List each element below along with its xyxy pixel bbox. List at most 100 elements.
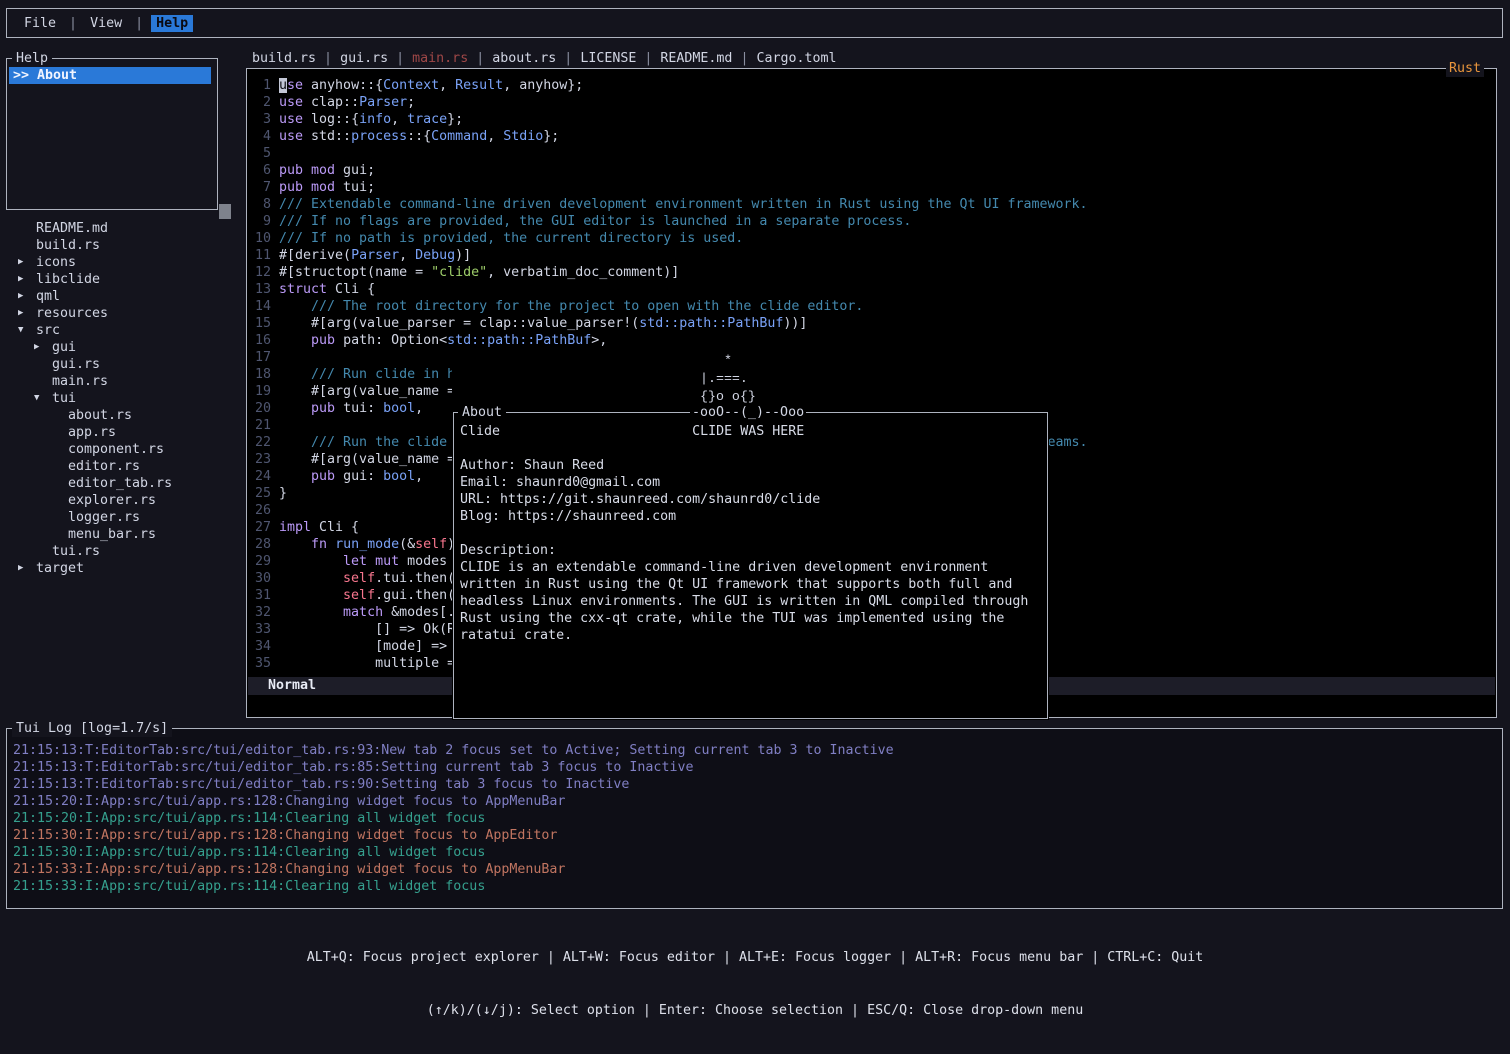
tree-item-component.rs[interactable]: component.rs — [6, 441, 238, 458]
tree-item-README.md[interactable]: README.md — [6, 220, 238, 237]
language-badge: Rust — [1446, 60, 1484, 77]
log-line: 21:15:30:I:App:src/tui/app.rs:128:Changi… — [13, 827, 1498, 844]
menu-separator: | — [127, 16, 151, 31]
log-panel-title: Tui Log [log=1.7/s] — [12, 720, 172, 737]
code-line-10: 10/// If no path is provided, the curren… — [255, 230, 1494, 247]
tree-item-explorer.rs[interactable]: explorer.rs — [6, 492, 238, 509]
line-number: 13 — [255, 281, 271, 298]
tree-item-label: README.md — [36, 220, 108, 237]
code-line-7: 7pub mod tui; — [255, 179, 1494, 196]
tree-item-icons[interactable]: ▶icons — [6, 254, 238, 271]
tree-item-about.rs[interactable]: about.rs — [6, 407, 238, 424]
tab-main.rs[interactable]: main.rs — [412, 51, 468, 66]
tree-item-label: icons — [36, 254, 76, 271]
about-popup: * |.===. {}o o{} About -ooO--(_)--Ooo Cl… — [452, 351, 1049, 720]
line-number: 4 — [255, 128, 271, 145]
tree-item-label: libclide — [36, 271, 100, 288]
line-number: 3 — [255, 111, 271, 128]
tree-item-app.rs[interactable]: app.rs — [6, 424, 238, 441]
line-number: 9 — [255, 213, 271, 230]
log-line: 21:15:33:I:App:src/tui/app.rs:128:Changi… — [13, 861, 1498, 878]
menu-separator: | — [61, 16, 85, 31]
tree-item-editor.rs[interactable]: editor.rs — [6, 458, 238, 475]
line-number: 7 — [255, 179, 271, 196]
line-number: 26 — [255, 502, 271, 519]
tab-readme.md[interactable]: README.md — [660, 51, 732, 66]
tree-item-gui.rs[interactable]: gui.rs — [6, 356, 238, 373]
tab-separator: | — [732, 51, 756, 66]
tree-item-logger.rs[interactable]: logger.rs — [6, 509, 238, 526]
about-dialog-body: Clide CLIDE WAS HERE Author: Shaun Reed … — [460, 423, 1028, 644]
log-line: 21:15:30:I:App:src/tui/app.rs:114:Cleari… — [13, 844, 1498, 861]
chevron-collapsed-icon: ▶ — [18, 254, 36, 271]
tree-item-tui.rs[interactable]: tui.rs — [6, 543, 238, 560]
tree-item-gui[interactable]: ▶gui — [6, 339, 238, 356]
tree-item-label: editor_tab.rs — [68, 475, 172, 492]
tree-item-tui[interactable]: ▼tui — [6, 390, 238, 407]
tree-item-label: src — [36, 322, 60, 339]
menu-item-file[interactable]: File — [19, 15, 61, 32]
tree-item-label: tui.rs — [52, 543, 100, 560]
code-line-9: 9/// If no flags are provided, the GUI e… — [255, 213, 1494, 230]
tab-separator: | — [636, 51, 660, 66]
tab-separator: | — [316, 51, 340, 66]
line-number: 30 — [255, 570, 271, 587]
clide-tui-app: File | View | Help Help >> About README.… — [0, 0, 1510, 975]
log-panel[interactable]: Tui Log [log=1.7/s] 21:15:13:T:EditorTab… — [6, 728, 1503, 909]
line-number: 34 — [255, 638, 271, 655]
tree-item-resources[interactable]: ▶resources — [6, 305, 238, 322]
about-dialog: About -ooO--(_)--Ooo Clide CLIDE WAS HER… — [453, 412, 1048, 719]
tree-item-editor_tab.rs[interactable]: editor_tab.rs — [6, 475, 238, 492]
line-number: 5 — [255, 145, 271, 162]
help-menu-item-about[interactable]: >> About — [9, 67, 211, 84]
code-line-12: 12#[structopt(name = "clide", verbatim_d… — [255, 264, 1494, 281]
log-line: 21:15:13:T:EditorTab:src/tui/editor_tab.… — [13, 759, 1498, 776]
chevron-collapsed-icon: ▶ — [34, 339, 52, 356]
line-number: 28 — [255, 536, 271, 553]
line-number: 11 — [255, 247, 271, 264]
tab-gui.rs[interactable]: gui.rs — [340, 51, 388, 66]
menu-item-help[interactable]: Help — [151, 15, 193, 32]
line-number: 6 — [255, 162, 271, 179]
code-line-13: 13struct Cli { — [255, 281, 1494, 298]
menu-bar: File | View | Help — [6, 8, 1503, 38]
code-line-14: 14 /// The root directory for the projec… — [255, 298, 1494, 315]
line-number: 20 — [255, 400, 271, 417]
about-dialog-title: About — [458, 404, 506, 421]
tab-license[interactable]: LICENSE — [580, 51, 636, 66]
line-number: 23 — [255, 451, 271, 468]
tab-separator: | — [556, 51, 580, 66]
code-line-6: 6pub mod gui; — [255, 162, 1494, 179]
tab-cargo.toml[interactable]: Cargo.toml — [756, 51, 836, 66]
tree-item-libclide[interactable]: ▶libclide — [6, 271, 238, 288]
chevron-expanded-icon: ▼ — [18, 322, 36, 339]
log-line: 21:15:20:I:App:src/tui/app.rs:128:Changi… — [13, 793, 1498, 810]
chevron-collapsed-icon: ▶ — [18, 271, 36, 288]
log-line: 21:15:20:I:App:src/tui/app.rs:114:Cleari… — [13, 810, 1498, 827]
line-number: 10 — [255, 230, 271, 247]
tree-item-label: app.rs — [68, 424, 116, 441]
line-number: 16 — [255, 332, 271, 349]
chevron-collapsed-icon: ▶ — [18, 305, 36, 322]
tree-item-build.rs[interactable]: build.rs — [6, 237, 238, 254]
tree-item-qml[interactable]: ▶qml — [6, 288, 238, 305]
line-number: 22 — [255, 434, 271, 451]
line-number: 24 — [255, 468, 271, 485]
tree-item-label: menu_bar.rs — [68, 526, 156, 543]
line-number: 1 — [255, 77, 271, 94]
tree-item-target[interactable]: ▶target — [6, 560, 238, 577]
line-number: 32 — [255, 604, 271, 621]
line-number: 21 — [255, 417, 271, 434]
chevron-collapsed-icon: ▶ — [18, 560, 36, 577]
tree-item-main.rs[interactable]: main.rs — [6, 373, 238, 390]
tree-item-menu_bar.rs[interactable]: menu_bar.rs — [6, 526, 238, 543]
explorer-scrollbar-thumb[interactable] — [219, 204, 231, 219]
about-title-decoration: -ooO--(_)--Ooo — [690, 404, 806, 421]
tab-build.rs[interactable]: build.rs — [252, 51, 316, 66]
menu-item-view[interactable]: View — [85, 15, 127, 32]
tab-about.rs[interactable]: about.rs — [492, 51, 556, 66]
code-line-16: 16 pub path: Option<std::path::PathBuf>, — [255, 332, 1494, 349]
tree-item-src[interactable]: ▼src — [6, 322, 238, 339]
tree-item-label: resources — [36, 305, 108, 322]
tree-item-label: gui — [52, 339, 76, 356]
